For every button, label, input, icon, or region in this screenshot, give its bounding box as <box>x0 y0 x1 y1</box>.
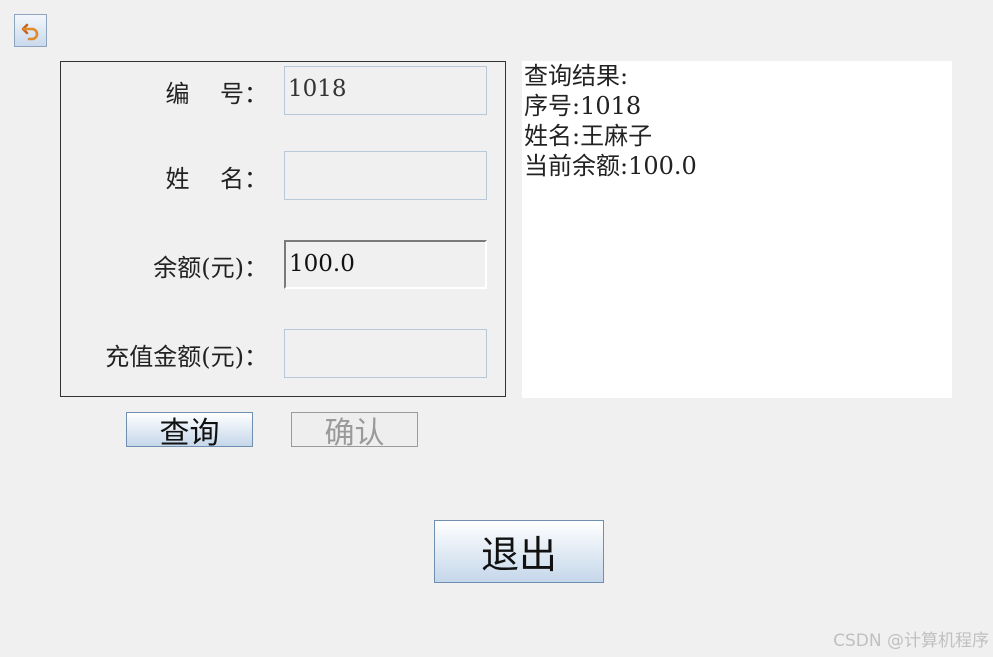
balance-label: 余额(元)： <box>153 254 268 282</box>
watermark: CSDN @计算机程序 <box>833 631 989 651</box>
query-result-area[interactable]: 查询结果: 序号:1018 姓名:王麻子 当前余额:100.0 <box>522 61 952 398</box>
recharge-amount-label: 充值金额(元)： <box>105 343 268 371</box>
id-label: 编 号： <box>165 80 268 108</box>
confirm-button[interactable]: 确认 <box>291 412 418 451</box>
query-button[interactable]: 查询 <box>126 412 253 451</box>
name-field[interactable] <box>284 151 487 200</box>
balance-field[interactable]: 100.0 <box>284 240 487 289</box>
result-line: 序号:1018 <box>524 92 642 120</box>
undo-arrow-icon <box>21 23 38 40</box>
recharge-amount-field[interactable] <box>284 329 487 378</box>
result-line: 查询结果: <box>524 62 629 90</box>
exit-button[interactable]: 退出 <box>434 520 604 583</box>
name-label: 姓 名： <box>165 165 268 193</box>
result-line: 姓名:王麻子 <box>524 122 653 150</box>
back-button[interactable] <box>14 14 47 47</box>
id-field[interactable]: 1018 <box>284 66 487 115</box>
result-line: 当前余额:100.0 <box>524 152 697 180</box>
